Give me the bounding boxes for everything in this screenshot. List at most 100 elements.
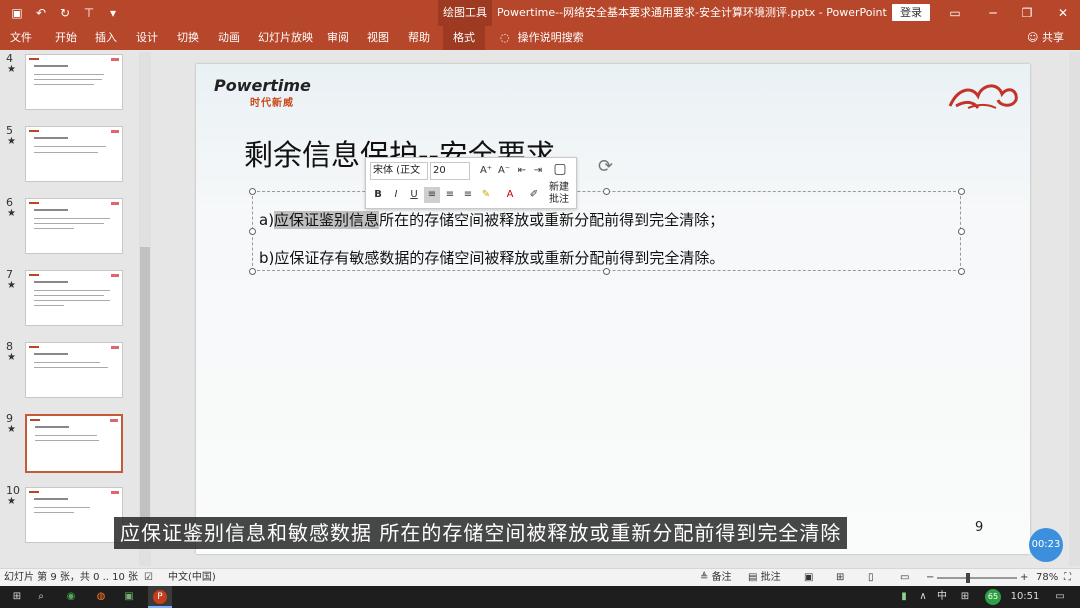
- normal-view-icon[interactable]: ▣: [804, 569, 813, 587]
- resize-handle[interactable]: [249, 228, 256, 235]
- italic-button[interactable]: I: [388, 187, 404, 203]
- resize-handle[interactable]: [249, 188, 256, 195]
- language-indicator[interactable]: 中文(中国): [168, 569, 216, 587]
- clock[interactable]: 10:51: [1008, 586, 1042, 608]
- app-icon[interactable]: ▣: [118, 586, 140, 608]
- font-name-select[interactable]: 宋体 (正文: [370, 162, 428, 180]
- firefox-icon[interactable]: ◍: [90, 586, 112, 608]
- bullet-a[interactable]: a)应保证鉴别信息所在的存储空间被释放或重新分配前得到完全清除；: [259, 209, 724, 230]
- tab-file[interactable]: 文件: [10, 26, 32, 50]
- slide-thumbnail-5[interactable]: [25, 126, 123, 182]
- tell-me-search[interactable]: ◌ 操作说明搜索: [500, 26, 584, 50]
- tab-format[interactable]: 格式: [443, 26, 485, 50]
- comments-button[interactable]: ▤ 批注: [748, 569, 781, 587]
- keyboard-icon[interactable]: ⊞: [956, 586, 974, 608]
- bullet-a-prefix: a): [259, 211, 275, 229]
- zoom-slider-knob[interactable]: [966, 573, 970, 583]
- resize-handle[interactable]: [603, 268, 610, 275]
- maximize-button[interactable]: ❐: [1010, 0, 1044, 26]
- start-from-beginning-icon[interactable]: ⊤: [80, 4, 98, 22]
- powerpoint-taskbar-icon[interactable]: P: [148, 586, 172, 608]
- notes-label: 备注: [711, 572, 732, 583]
- notifications-icon[interactable]: ▭: [1050, 586, 1070, 608]
- slide-thumbnail-10[interactable]: [25, 487, 123, 543]
- fit-to-window-icon[interactable]: ⛶: [1064, 569, 1071, 587]
- battery-icon[interactable]: ▮: [896, 586, 912, 608]
- increase-indent-icon[interactable]: ⇥: [530, 163, 546, 179]
- reading-view-icon[interactable]: ▯: [868, 569, 874, 587]
- tab-transitions[interactable]: 切换: [177, 26, 199, 50]
- bullet-b[interactable]: b)应保证存有敏感数据的存储空间被释放或重新分配前得到完全清除。: [259, 247, 724, 268]
- slide-thumbnail-9[interactable]: [25, 414, 123, 473]
- ribbon-display-icon[interactable]: ▭: [938, 0, 972, 26]
- notes-button[interactable]: ≜ 备注: [700, 569, 732, 587]
- show-hidden-icons-icon[interactable]: ∧: [916, 586, 930, 608]
- resize-handle[interactable]: [603, 188, 610, 195]
- search-icon[interactable]: ⌕: [30, 586, 52, 608]
- resize-handle[interactable]: [958, 228, 965, 235]
- slide-scrollbar[interactable]: [1069, 52, 1080, 566]
- tab-review[interactable]: 审阅: [327, 26, 349, 50]
- login-button[interactable]: 登录: [892, 4, 930, 21]
- shrink-font-icon[interactable]: A⁻: [496, 163, 512, 179]
- share-button[interactable]: ☺ 共享: [1027, 26, 1064, 50]
- close-button[interactable]: ✕: [1046, 0, 1080, 26]
- save-icon[interactable]: ▣: [8, 4, 26, 22]
- cloud-ornament-icon: [948, 84, 1018, 109]
- underline-button[interactable]: U: [406, 187, 422, 203]
- animation-star-icon: ★: [7, 136, 16, 147]
- zoom-out-icon[interactable]: −: [926, 569, 934, 587]
- new-comment-icon[interactable]: ▢: [552, 161, 568, 177]
- align-left-icon[interactable]: ≡: [424, 187, 440, 203]
- thumbnail-scrollbar[interactable]: [139, 52, 151, 566]
- animation-star-icon: ★: [7, 64, 16, 75]
- font-size-select[interactable]: 20: [430, 162, 470, 180]
- align-center-icon[interactable]: ≡: [442, 187, 458, 203]
- undo-icon[interactable]: ↶: [32, 4, 50, 22]
- windows-start-icon[interactable]: ⊞: [6, 586, 28, 608]
- chrome-icon[interactable]: ◉: [60, 586, 82, 608]
- highlight-color-icon[interactable]: ✎: [478, 187, 494, 203]
- zoom-slider[interactable]: [937, 577, 1017, 579]
- scrollbar-thumb[interactable]: [140, 247, 150, 532]
- rotate-handle-icon[interactable]: ⟳: [598, 156, 613, 177]
- zoom-in-icon[interactable]: +: [1020, 569, 1028, 587]
- tab-animations[interactable]: 动画: [218, 26, 240, 50]
- lightbulb-icon: ◌: [500, 31, 510, 44]
- slideshow-icon[interactable]: ▭: [900, 569, 909, 587]
- tab-insert[interactable]: 插入: [95, 26, 117, 50]
- tab-home[interactable]: 开始: [55, 26, 77, 50]
- selected-text[interactable]: 应保证鉴别信息: [274, 211, 380, 229]
- align-right-icon[interactable]: ≡: [460, 187, 476, 203]
- ime-indicator[interactable]: 中: [934, 586, 950, 608]
- slide-sorter-icon[interactable]: ⊞: [836, 569, 844, 587]
- powertime-logo: Powertime: [214, 76, 311, 95]
- spellcheck-icon[interactable]: ☑: [144, 569, 153, 587]
- decrease-indent-icon[interactable]: ⇤: [514, 163, 530, 179]
- tab-view[interactable]: 视图: [367, 26, 389, 50]
- bold-button[interactable]: B: [370, 187, 386, 203]
- comments-label: 批注: [760, 572, 781, 583]
- resize-handle[interactable]: [958, 268, 965, 275]
- resize-handle[interactable]: [958, 188, 965, 195]
- content-textbox[interactable]: a)应保证鉴别信息所在的存储空间被释放或重新分配前得到完全清除； b)应保证存有…: [249, 188, 965, 275]
- slide-thumbnail-7[interactable]: [25, 270, 123, 326]
- minimize-button[interactable]: ─: [976, 0, 1010, 26]
- notification-badge[interactable]: 65: [985, 589, 1001, 605]
- zoom-level[interactable]: 78%: [1036, 569, 1058, 587]
- font-color-icon[interactable]: A: [502, 187, 518, 203]
- tab-help[interactable]: 帮助: [408, 26, 430, 50]
- resize-handle[interactable]: [249, 268, 256, 275]
- redo-icon[interactable]: ↻: [56, 4, 74, 22]
- slide-thumbnail-4[interactable]: [25, 54, 123, 110]
- windows-taskbar: ⊞ ⌕ ◉ ◍ ▣ P ▮ ∧ 中 ⊞ 65 10:51 ▭: [0, 586, 1080, 608]
- customize-qat-icon[interactable]: ▾: [104, 4, 122, 22]
- tab-design[interactable]: 设计: [136, 26, 158, 50]
- new-comment-label[interactable]: 新建批注: [548, 182, 570, 206]
- grow-font-icon[interactable]: A⁺: [478, 163, 494, 179]
- slide-thumbnail-8[interactable]: [25, 342, 123, 398]
- slide-canvas[interactable]: Powertime 时代新威 剩余信息保护--安全要求 ⟳ a)应保证鉴别信息所…: [196, 64, 1030, 554]
- slide-thumbnail-6[interactable]: [25, 198, 123, 254]
- tab-slideshow[interactable]: 幻灯片放映: [258, 26, 313, 50]
- format-painter-icon[interactable]: ✐: [526, 187, 542, 203]
